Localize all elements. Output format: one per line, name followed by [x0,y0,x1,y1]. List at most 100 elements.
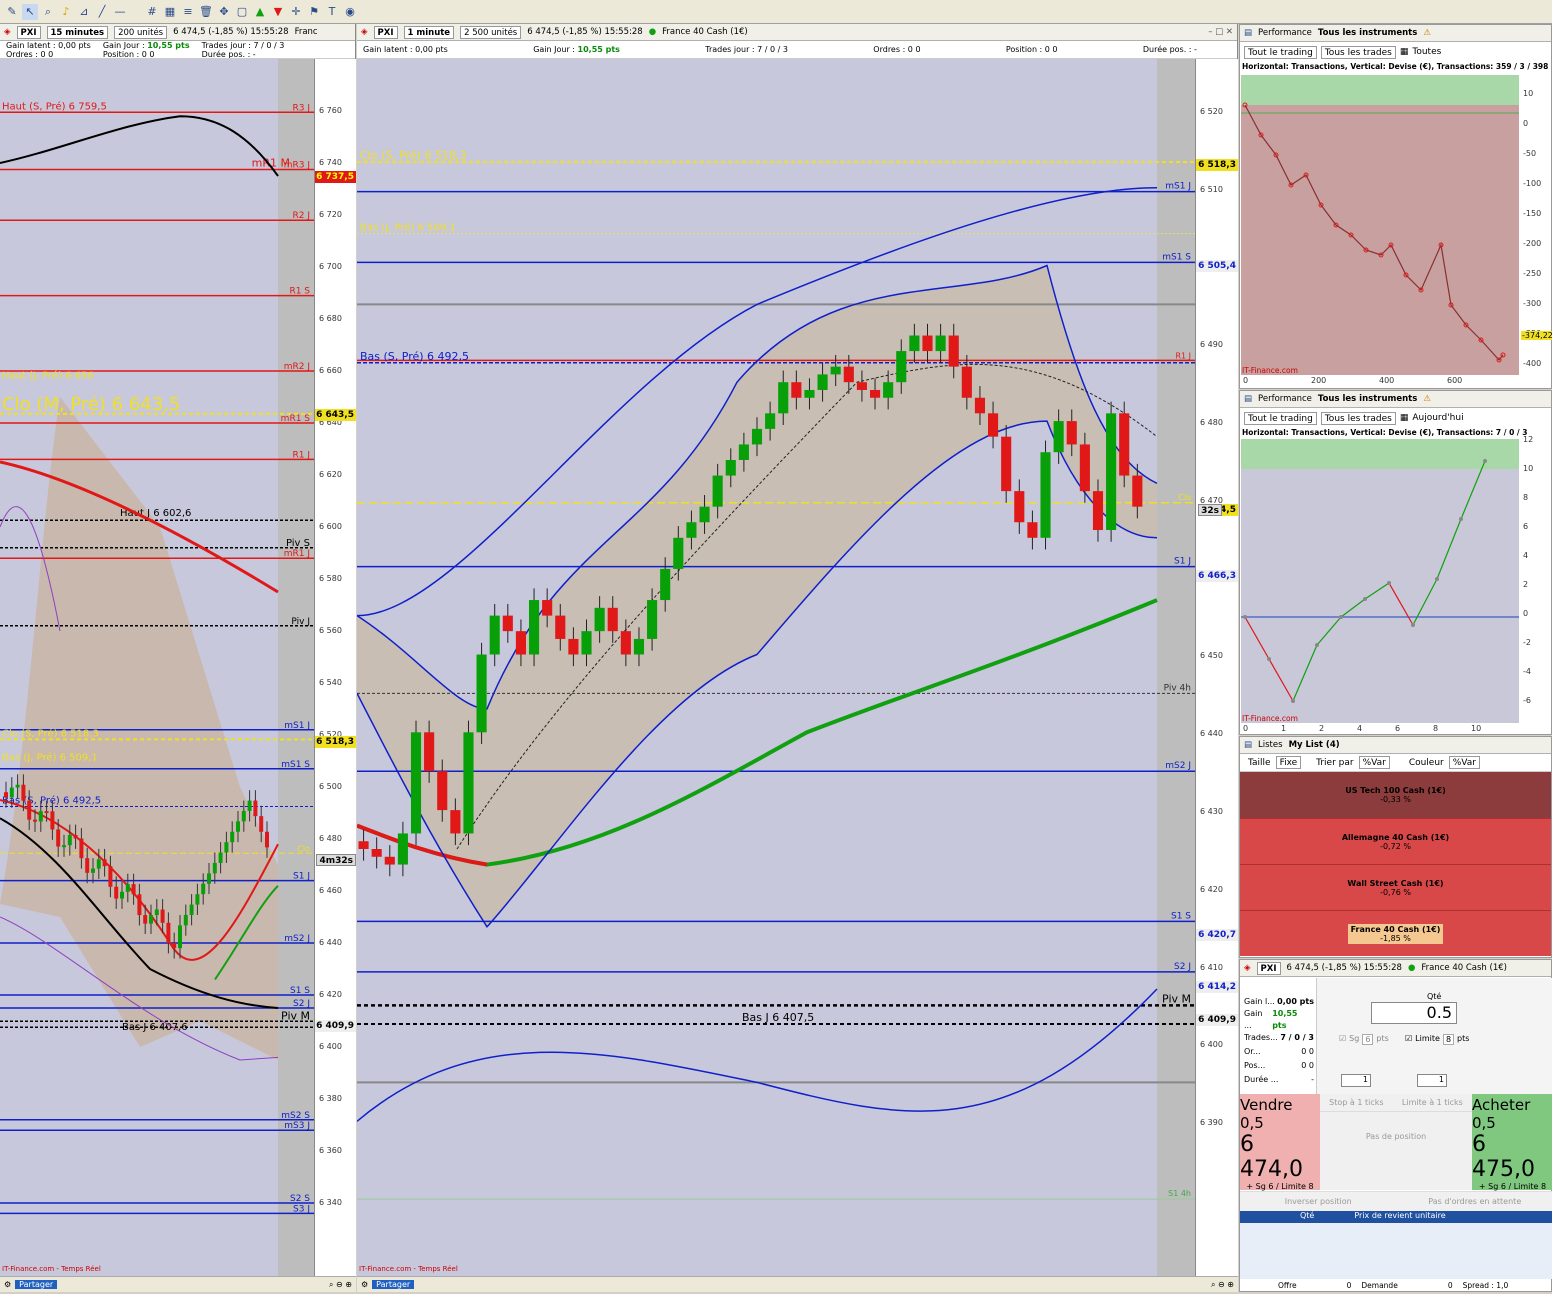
candle-body [230,832,234,842]
limit-checkbox[interactable]: ☑ [1405,1034,1412,1045]
watch-item[interactable]: Wall Street Cash (1€) -0,76 % [1240,864,1551,910]
limit-row: ☑ Limite 8 pts [1405,1034,1469,1045]
order-middle: Stop à 1 ticks Limite à 1 ticks Pas de p… [1320,1094,1472,1190]
equity-segment [1245,617,1269,659]
share-button[interactable]: Partager [15,1280,57,1289]
watch-item[interactable]: US Tech 100 Cash (1€) -0,33 % [1240,772,1551,818]
sg-label: Sg [1349,1034,1359,1045]
perf-x-tick: 600 [1447,376,1462,385]
pending-orders-button[interactable]: Pas d'ordres en attente [1397,1197,1552,1206]
perf-y-tick: -2 [1523,638,1531,647]
units-select[interactable]: 200 unités [114,26,167,39]
buy-button[interactable]: Acheter 0,5 6 475,0 + Sg 6 / Limite 8 [1472,1094,1552,1190]
pxi-icon: ◈ [4,27,11,37]
size-select[interactable]: Fixe [1276,756,1302,769]
timeframe-select[interactable]: 15 minutes [47,26,109,39]
watch-item-selected[interactable]: France 40 Cash (1€)-1,85 % [1240,910,1551,956]
down-arrow-icon[interactable]: ▼ [270,4,286,20]
grid2-icon[interactable]: ▦ [162,4,178,20]
pxi-icon: ◈ [361,27,368,37]
sort-label: Trier par [1316,758,1353,768]
hline-icon[interactable]: — [112,4,128,20]
color-select[interactable]: %Var [1449,756,1480,769]
price-tick: 6 660 [319,366,342,375]
units-select[interactable]: 2 500 unités [460,26,521,39]
candle-body [752,429,762,445]
instruments-tab[interactable]: Tous les instruments [1318,394,1417,404]
trading-filter[interactable]: Tout le trading [1244,412,1317,425]
candle-body [62,845,66,847]
price-tick: 6 720 [319,210,342,219]
candle-body [195,894,199,904]
tag-6409: 6 409,9 [1196,1014,1238,1026]
clo-s-label: Clo (S, Pré) 6 518,3 [2,727,99,739]
limit-input[interactable]: 8 [1443,1034,1454,1045]
perf-x-tick: 200 [1311,376,1326,385]
calendar-icon[interactable]: ▦ [1400,413,1409,423]
my-list-tab[interactable]: My List (4) [1289,740,1340,750]
move-icon[interactable]: ✥ [216,4,232,20]
sg-input[interactable]: 6 [1362,1034,1373,1045]
grid-icon[interactable]: # [144,4,160,20]
camera-icon[interactable]: ◉ [342,4,358,20]
window-controls-icon[interactable]: – □ ✕ [1208,27,1233,37]
perf-y-tick: -100 [1523,179,1541,188]
candle-body [568,639,578,655]
zoom-icon[interactable]: ⌕ [40,4,56,20]
perf-tab[interactable]: Performance [1258,28,1312,38]
text-icon[interactable]: T [324,4,340,20]
share-button[interactable]: Partager [372,1280,414,1289]
instrument-select[interactable]: PXI [374,26,398,39]
main-price-axis[interactable]: 6 5306 5206 5106 5006 4906 4806 4706 460… [1195,59,1238,1276]
left-price-axis[interactable]: 6 7606 7406 7206 7006 6806 6606 6406 620… [314,59,356,1276]
zoom-icon[interactable]: ⌕ ⊖ ⊕ [329,1280,352,1290]
strategy-icon[interactable]: ⚙ [4,1280,11,1289]
strategy-icon[interactable]: ⚙ [361,1280,368,1289]
stop-ticks-button[interactable]: Stop à 1 ticks [1329,1098,1383,1107]
lists-tab[interactable]: Listes [1258,740,1283,750]
instrument-select[interactable]: PXI [1257,962,1281,975]
flag-icon[interactable]: ⚑ [306,4,322,20]
candle-body [178,925,182,948]
sg-checkbox[interactable]: ☑ [1339,1034,1346,1045]
line-icon[interactable]: ╱ [94,4,110,20]
main-chart-area[interactable]: mS1 JmS1 SS1 JmS2 JS1 SS2 JR1 JClo (S, P… [357,59,1195,1276]
price-tick: 6 620 [319,470,342,479]
zoom-icon[interactable]: ⌕ ⊖ ⊕ [1211,1280,1234,1290]
trading-filter[interactable]: Tout le trading [1244,46,1317,59]
trades-filter[interactable]: Tous les trades [1321,412,1396,425]
left-chart-area[interactable]: R3 JmR3 JR2 JR1 SmR2 JmR1 SR1 JmR1 JmS1 … [0,59,314,1276]
crosshair-icon[interactable]: ✛ [288,4,304,20]
limit-ticks-button[interactable]: Limite à 1 ticks [1402,1098,1463,1107]
instruments-tab[interactable]: Tous les instruments [1318,28,1417,38]
candle-body [253,801,257,817]
reverse-position-button[interactable]: Inverser position [1240,1197,1397,1206]
sell-sub: + Sg 6 / Limite 8 [1246,1182,1313,1191]
sell-button[interactable]: Vendre 0,5 6 474,0 + Sg 6 / Limite 8 [1240,1094,1320,1190]
level-label: R2 J [293,211,311,221]
ruler-icon[interactable]: ⊿ [76,4,92,20]
perf-y-tick: -50 [1523,149,1536,158]
lines-icon[interactable]: ≡ [180,4,196,20]
trash-icon[interactable]: 🗑 [198,4,214,20]
candle-body [896,351,906,382]
trade-marker [1459,517,1463,521]
sort-select[interactable]: %Var [1359,756,1390,769]
bell-icon[interactable]: ♪ [58,4,74,20]
cursor-icon[interactable]: ↖ [22,4,38,20]
window-icon[interactable]: ▢ [234,4,250,20]
candle-body [219,853,223,863]
calendar-icon[interactable]: ▦ [1400,47,1409,57]
watch-item[interactable]: Allemagne 40 Cash (1€) -0,72 % [1240,818,1551,864]
up-arrow-icon[interactable]: ▲ [252,4,268,20]
qty-input[interactable]: 0.5 [1371,1002,1457,1024]
perf-x-tick: 0 [1243,724,1248,733]
trades-filter[interactable]: Tous les trades [1321,46,1396,59]
timeframe-select[interactable]: 1 minute [404,26,455,39]
perf-y-tick: -250 [1523,269,1541,278]
instrument-select[interactable]: PXI [17,26,41,39]
stop-stepper[interactable]: 1 [1341,1074,1371,1087]
limit-stepper[interactable]: 1 [1417,1074,1447,1087]
pencil-icon[interactable]: ✎ [4,4,20,20]
perf-tab[interactable]: Performance [1258,394,1312,404]
